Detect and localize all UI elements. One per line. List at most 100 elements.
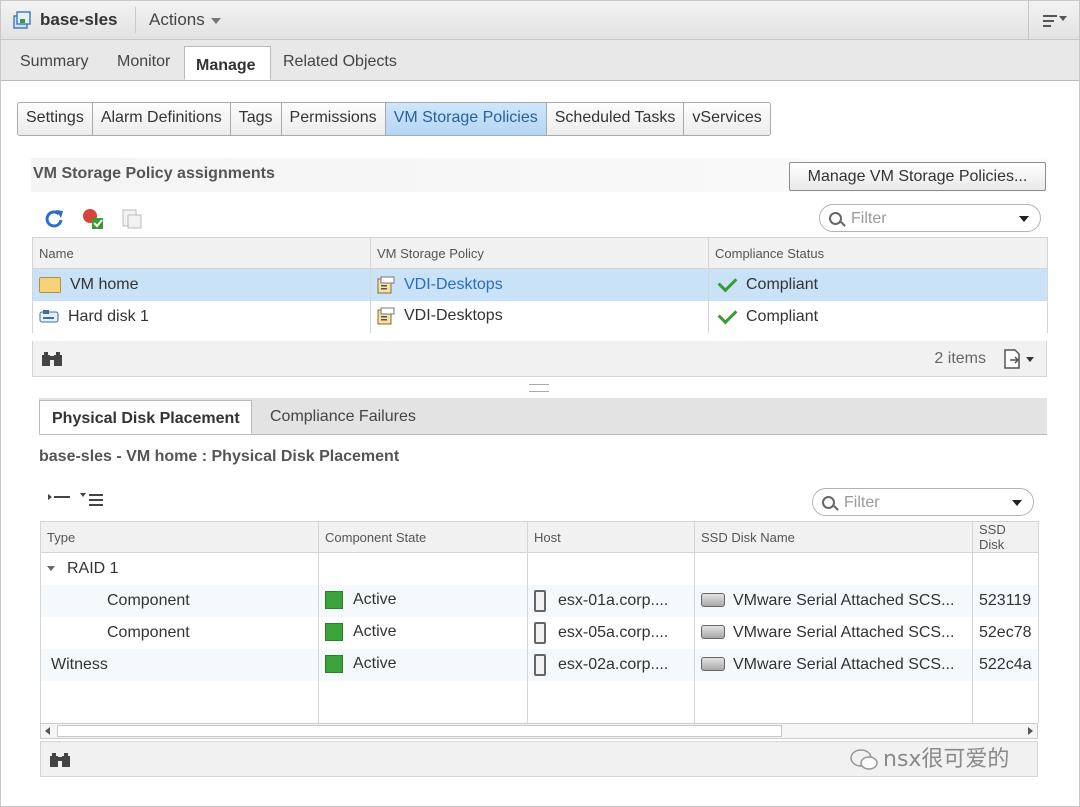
column-header-name[interactable]: Name [32, 237, 371, 269]
name-cell: Hard disk 1 [32, 300, 371, 333]
horizontal-scrollbar[interactable] [40, 723, 1038, 739]
refresh-icon[interactable] [42, 207, 66, 231]
manage-subtabs: Settings Alarm Definitions Tags Permissi… [17, 102, 771, 136]
host-name: esx-01a.corp.... [558, 591, 669, 609]
compliance-status: Compliant [746, 307, 819, 325]
check-compliance-icon[interactable] [81, 207, 105, 231]
check-icon [717, 272, 738, 293]
scroll-right-icon[interactable] [1028, 727, 1033, 735]
column-header-ssd-disk[interactable]: SSD Disk [972, 521, 1039, 553]
subtab-scheduled-tasks[interactable]: Scheduled Tasks [547, 103, 685, 135]
watermark: nsx很可爱的 [849, 741, 1009, 773]
tab-manage[interactable]: Manage [184, 46, 271, 80]
view-menu-button[interactable] [1028, 1, 1079, 39]
chevron-down-icon[interactable] [1019, 216, 1029, 222]
subtab-vservices[interactable]: vServices [684, 103, 769, 135]
detail-tabs: Physical Disk Placement Compliance Failu… [39, 398, 1047, 435]
table-row[interactable]: Component Active esx-01a.corp.... VMware… [40, 584, 1039, 617]
column-header-component-state[interactable]: Component State [318, 521, 528, 553]
storage-policy-icon [377, 307, 395, 325]
disk-icon [701, 593, 725, 608]
subtab-settings[interactable]: Settings [18, 103, 93, 135]
splitter-handle[interactable] [529, 384, 549, 392]
subtab-alarm-definitions[interactable]: Alarm Definitions [93, 103, 231, 135]
tab-monitor[interactable]: Monitor [117, 53, 170, 71]
binoculars-icon[interactable] [41, 351, 63, 367]
host-icon [534, 589, 546, 612]
component-state: Active [353, 623, 397, 641]
column-header-type[interactable]: Type [40, 521, 319, 553]
row-name: Hard disk 1 [68, 307, 149, 325]
expand-all-icon[interactable] [79, 491, 105, 509]
window-frame: base-sles Actions Summary Monitor Manage… [0, 0, 1080, 807]
placement-title: base-sles - VM home : Physical Disk Plac… [39, 448, 400, 465]
manage-storage-policies-button[interactable]: Manage VM Storage Policies... [789, 162, 1046, 191]
item-count: 2 items [934, 350, 986, 367]
table-row[interactable]: VM home VDI-Desktops Compliant [32, 268, 1048, 301]
column-header-policy[interactable]: VM Storage Policy [370, 237, 709, 269]
policy-cell: VDI-Desktops [370, 268, 709, 301]
vm-icon [13, 11, 31, 29]
ssd-uuid-cell [972, 552, 1039, 585]
ssd-uuid-cell: 523119 [972, 584, 1039, 617]
export-icon[interactable] [1002, 349, 1036, 369]
ssd-disk-name: VMware Serial Attached SCS... [733, 655, 955, 673]
chevron-down-icon[interactable] [1012, 500, 1022, 506]
scrollbar-thumb[interactable] [57, 725, 782, 737]
subtab-tags[interactable]: Tags [231, 103, 282, 135]
ssd-name-cell: VMware Serial Attached SCS... [694, 648, 973, 681]
type-cell: Component [40, 616, 319, 649]
filter-placeholder: Filter [851, 210, 887, 227]
ssd-name-cell: VMware Serial Attached SCS... [694, 616, 973, 649]
watermark-text: nsx很可爱的 [883, 747, 1010, 772]
assignments-filter-input[interactable]: Filter [819, 204, 1041, 232]
expand-toggle-icon[interactable] [47, 566, 55, 572]
check-icon [717, 304, 738, 325]
chevron-down-icon [1059, 16, 1067, 21]
compliance-cell: Compliant [708, 268, 1048, 301]
assignments-footer: 2 items [32, 341, 1047, 377]
vm-title: base-sles [40, 10, 118, 29]
state-cell [318, 552, 528, 585]
tab-compliance-failures[interactable]: Compliance Failures [270, 408, 416, 426]
name-cell: VM home [32, 268, 371, 301]
policy-link[interactable]: VDI-Desktops [404, 276, 503, 293]
compliance-status: Compliant [746, 275, 819, 293]
host-icon [534, 621, 546, 644]
collapse-all-icon[interactable] [47, 491, 71, 505]
table-row[interactable]: Witness Active esx-02a.corp.... VMware S… [40, 648, 1039, 681]
subtab-vm-storage-policies[interactable]: VM Storage Policies [385, 103, 547, 135]
active-state-icon [325, 591, 343, 610]
disk-icon [701, 657, 725, 672]
host-name: esx-02a.corp.... [558, 655, 669, 673]
binoculars-icon[interactable] [49, 752, 71, 768]
menu-line [1043, 15, 1057, 17]
tab-related-objects[interactable]: Related Objects [283, 53, 397, 71]
folder-icon [39, 276, 61, 293]
actions-label: Actions [149, 10, 205, 29]
placement-filter-input[interactable]: Filter [812, 488, 1034, 516]
column-header-compliance[interactable]: Compliance Status [708, 237, 1048, 269]
header-divider [135, 7, 136, 33]
assignments-table: Name VM Storage Policy Compliance Status… [32, 237, 1048, 333]
ssd-name-cell: VMware Serial Attached SCS... [694, 584, 973, 617]
subtab-permissions[interactable]: Permissions [282, 103, 386, 135]
actions-menu[interactable]: Actions [149, 10, 221, 30]
search-icon [822, 496, 835, 509]
type-cell: Witness [40, 648, 319, 681]
scroll-left-icon[interactable] [45, 727, 50, 735]
column-header-ssd-disk-name[interactable]: SSD Disk Name [694, 521, 973, 553]
table-row[interactable]: RAID 1 [40, 552, 1039, 585]
active-state-icon [325, 623, 343, 642]
ssd-disk-name: VMware Serial Attached SCS... [733, 623, 955, 641]
compliance-cell: Compliant [708, 300, 1048, 333]
hard-disk-icon [39, 310, 59, 323]
table-row-empty [40, 680, 1039, 723]
main-tabs: Summary Monitor Manage Related Objects [1, 40, 1079, 81]
table-row[interactable]: Component Active esx-05a.corp.... VMware… [40, 616, 1039, 649]
column-header-host[interactable]: Host [527, 521, 695, 553]
table-row[interactable]: Hard disk 1 VDI-Desktops Compliant [32, 300, 1048, 333]
tab-physical-disk-placement[interactable]: Physical Disk Placement [39, 400, 252, 434]
tab-summary[interactable]: Summary [20, 53, 88, 71]
filter-placeholder: Filter [844, 494, 880, 511]
